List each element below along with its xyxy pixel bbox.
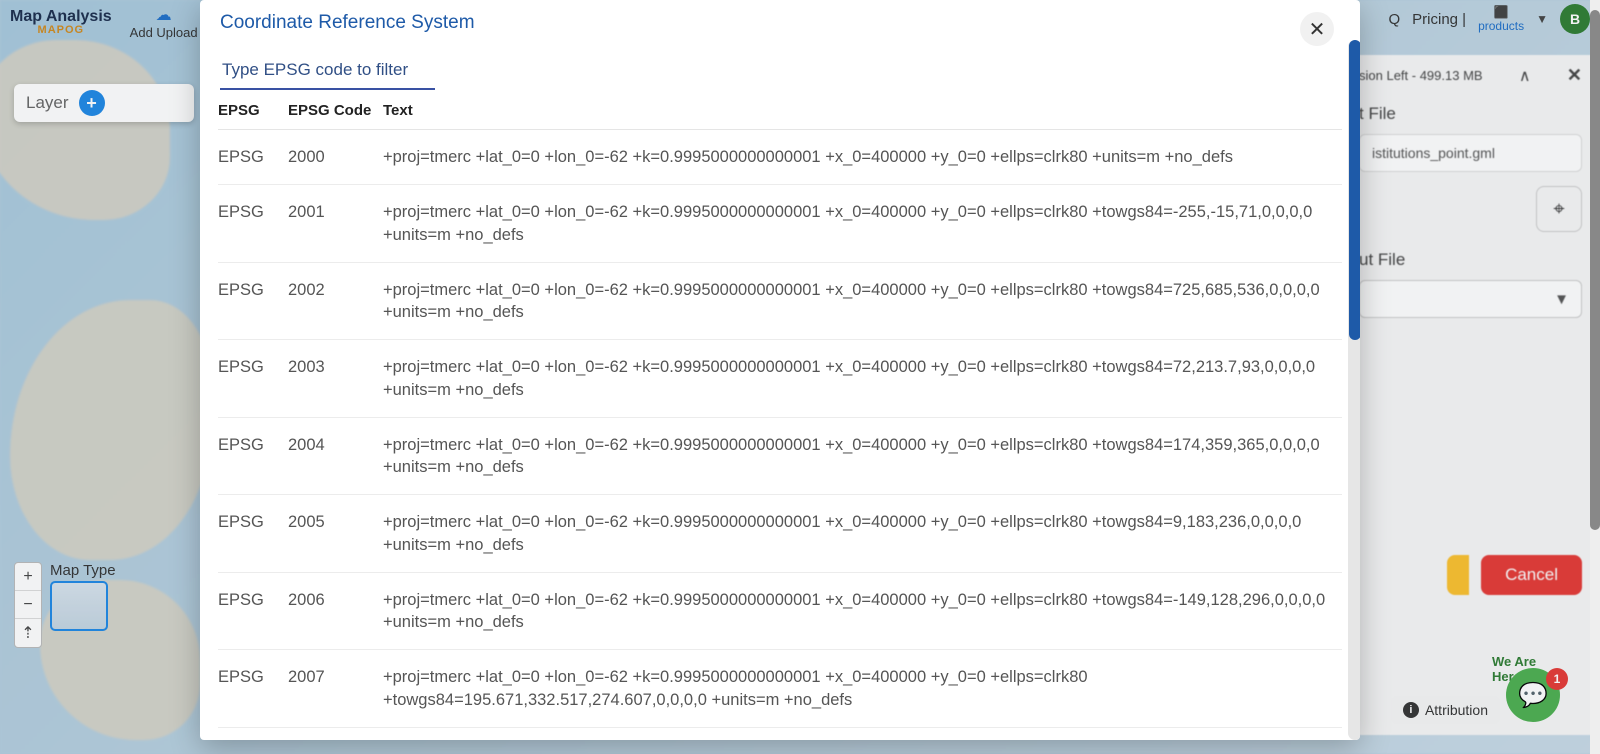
table-row[interactable]: EPSG2002+proj=tmerc +lat_0=0 +lon_0=-62 … bbox=[218, 263, 1342, 341]
cell-epsg: EPSG bbox=[218, 146, 288, 168]
cell-epsg-code: 2002 bbox=[288, 279, 383, 301]
cell-proj-text: +proj=tmerc +lat_0=0 +lon_0=-62 +k=0.999… bbox=[383, 511, 1342, 556]
scrollbar-thumb[interactable] bbox=[1349, 40, 1360, 340]
table-row[interactable]: EPSG2001+proj=tmerc +lat_0=0 +lon_0=-62 … bbox=[218, 185, 1342, 263]
crs-modal: Coordinate Reference System ✕ EPSG EPSG … bbox=[200, 0, 1360, 740]
table-row[interactable]: EPSG2008+proj=tmerc +lat_0=0 +lon_0=-55.… bbox=[218, 728, 1342, 740]
table-row[interactable]: EPSG2006+proj=tmerc +lat_0=0 +lon_0=-62 … bbox=[218, 573, 1342, 651]
crs-table: EPSG EPSG Code Text EPSG2000+proj=tmerc … bbox=[200, 96, 1360, 740]
cell-proj-text: +proj=tmerc +lat_0=0 +lon_0=-62 +k=0.999… bbox=[383, 666, 1342, 711]
table-row[interactable]: EPSG2003+proj=tmerc +lat_0=0 +lon_0=-62 … bbox=[218, 340, 1342, 418]
cell-proj-text: +proj=tmerc +lat_0=0 +lon_0=-62 +k=0.999… bbox=[383, 279, 1342, 324]
cell-epsg-code: 2000 bbox=[288, 146, 383, 168]
table-header-row: EPSG EPSG Code Text bbox=[218, 96, 1342, 130]
cell-epsg: EPSG bbox=[218, 356, 288, 378]
cell-epsg: EPSG bbox=[218, 279, 288, 301]
cell-proj-text: +proj=tmerc +lat_0=0 +lon_0=-62 +k=0.999… bbox=[383, 356, 1342, 401]
modal-close-button[interactable]: ✕ bbox=[1300, 12, 1334, 46]
cell-epsg-code: 2007 bbox=[288, 666, 383, 688]
cell-epsg: EPSG bbox=[218, 511, 288, 533]
page-scrollbar-thumb[interactable] bbox=[1590, 10, 1600, 530]
cell-epsg-code: 2003 bbox=[288, 356, 383, 378]
cell-proj-text: +proj=tmerc +lat_0=0 +lon_0=-62 +k=0.999… bbox=[383, 589, 1342, 634]
cell-proj-text: +proj=tmerc +lat_0=0 +lon_0=-62 +k=0.999… bbox=[383, 146, 1342, 168]
page-scrollbar[interactable] bbox=[1590, 0, 1600, 754]
table-row[interactable]: EPSG2004+proj=tmerc +lat_0=0 +lon_0=-62 … bbox=[218, 418, 1342, 496]
cell-epsg-code: 2004 bbox=[288, 434, 383, 456]
table-row[interactable]: EPSG2000+proj=tmerc +lat_0=0 +lon_0=-62 … bbox=[218, 130, 1342, 185]
cell-epsg: EPSG bbox=[218, 201, 288, 223]
epsg-filter-input[interactable] bbox=[220, 54, 435, 90]
table-row[interactable]: EPSG2005+proj=tmerc +lat_0=0 +lon_0=-62 … bbox=[218, 495, 1342, 573]
table-row[interactable]: EPSG2007+proj=tmerc +lat_0=0 +lon_0=-62 … bbox=[218, 650, 1342, 728]
cell-epsg: EPSG bbox=[218, 666, 288, 688]
cell-epsg-code: 2006 bbox=[288, 589, 383, 611]
cell-epsg-code: 2001 bbox=[288, 201, 383, 223]
modal-title: Coordinate Reference System bbox=[220, 12, 475, 34]
cell-epsg: EPSG bbox=[218, 589, 288, 611]
header-text: Text bbox=[383, 102, 1342, 119]
header-epsg: EPSG bbox=[218, 102, 288, 119]
cell-proj-text: +proj=tmerc +lat_0=0 +lon_0=-62 +k=0.999… bbox=[383, 201, 1342, 246]
modal-scrollbar[interactable] bbox=[1348, 40, 1360, 740]
cell-epsg-code: 2005 bbox=[288, 511, 383, 533]
header-epsg-code: EPSG Code bbox=[288, 102, 383, 119]
cell-epsg: EPSG bbox=[218, 434, 288, 456]
cell-proj-text: +proj=tmerc +lat_0=0 +lon_0=-62 +k=0.999… bbox=[383, 434, 1342, 479]
